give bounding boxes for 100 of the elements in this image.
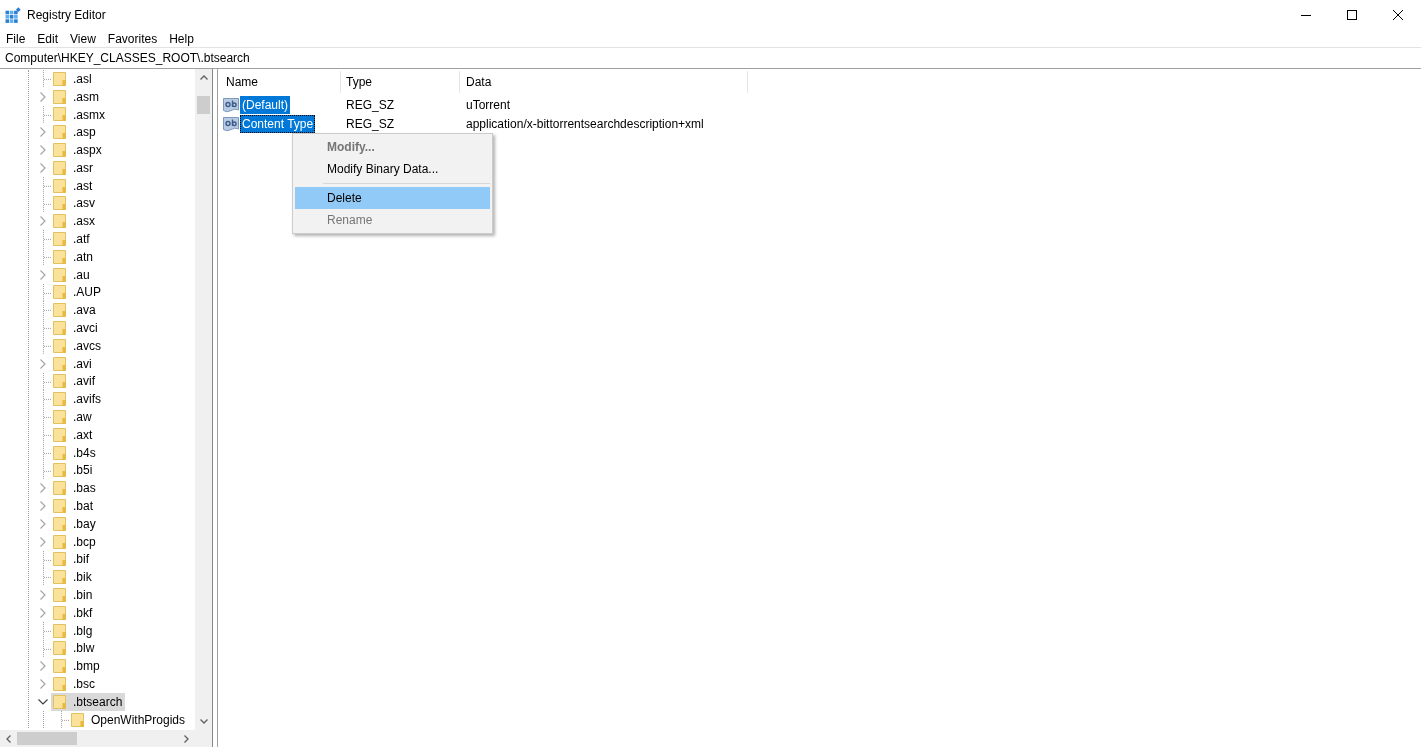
folder-icon [53, 124, 67, 141]
chevron-right-icon[interactable] [40, 483, 46, 494]
scrollbar-thumb[interactable] [197, 96, 210, 114]
folder-icon [53, 284, 67, 301]
tree-item[interactable]: .bat [51, 497, 96, 515]
tree-item[interactable]: .bsc [51, 675, 98, 693]
menu-item[interactable]: Modify Binary Data... [295, 158, 490, 180]
menu-item[interactable]: Delete [295, 187, 490, 209]
tree-item[interactable]: .aw [51, 408, 95, 426]
tree-item[interactable]: .AUP [51, 283, 104, 302]
column-header[interactable]: Type [341, 71, 460, 93]
chevron-right-icon[interactable] [40, 501, 46, 511]
chevron-right-icon[interactable] [40, 536, 46, 547]
tree-item[interactable]: .asv [51, 194, 98, 213]
tree-item[interactable]: .blw [51, 639, 98, 658]
tree-item[interactable]: .bmp [51, 657, 103, 676]
chevron-down-icon[interactable] [38, 698, 48, 705]
chevron-right-icon[interactable] [40, 145, 46, 156]
chevron-right-icon[interactable] [40, 91, 46, 102]
chevron-right-icon[interactable] [40, 127, 46, 138]
tree-item[interactable]: .bif [51, 550, 92, 569]
chevron-right-icon[interactable] [40, 590, 46, 600]
folder-icon [53, 515, 67, 532]
window-title: Registry Editor [27, 7, 106, 24]
tree-item[interactable]: .avci [51, 319, 101, 337]
menu-item[interactable]: Favorites [101, 30, 164, 47]
tree-item[interactable]: .bik [51, 568, 95, 587]
tree-item[interactable]: .bas [51, 479, 99, 498]
tree-item[interactable]: .ava [51, 301, 99, 320]
tree-item[interactable]: .bkf [51, 603, 96, 622]
tree-item[interactable]: .asp [51, 123, 99, 142]
value-data: application/x-bittorrentsearchdescription+xml [465, 115, 704, 133]
menu-item[interactable]: View [64, 30, 102, 47]
menu-item[interactable]: Help [163, 30, 200, 47]
value-type: REG_SZ [345, 96, 395, 114]
value-name[interactable]: Content Type [240, 114, 316, 133]
tree-item[interactable]: .avif [51, 372, 98, 391]
folder-icon [53, 693, 67, 710]
folder-icon [53, 444, 67, 461]
chevron-right-icon[interactable] [40, 358, 46, 369]
tree-item[interactable]: .blg [51, 621, 96, 640]
folder-icon [53, 302, 67, 319]
folder-icon [53, 551, 67, 568]
scrollbar-thumb[interactable] [17, 732, 77, 745]
folder-icon [53, 106, 67, 123]
folder-icon [53, 70, 67, 87]
minimize-icon [1301, 14, 1311, 16]
tree-item[interactable]: .bay [51, 514, 99, 533]
tree-item[interactable]: .asx [51, 212, 98, 231]
chevron-left-icon [6, 734, 11, 743]
chevron-right-icon[interactable] [40, 518, 46, 529]
tree-item[interactable]: .atn [51, 247, 96, 266]
tree-item[interactable]: .asm [51, 87, 102, 106]
folder-icon [53, 462, 67, 479]
tree-item[interactable]: .b5i [51, 461, 96, 480]
value-data: uTorrent [465, 96, 511, 114]
column-header[interactable]: Name [218, 71, 341, 93]
close-icon [1393, 10, 1403, 20]
tree-item[interactable]: .btsearch [51, 692, 126, 711]
tree-item[interactable]: .atf [51, 230, 93, 248]
folder-icon [53, 480, 67, 497]
folder-icon [53, 533, 67, 550]
chevron-right-icon[interactable] [40, 607, 46, 618]
tree-item[interactable]: .avcs [51, 336, 104, 355]
value-name[interactable]: (Default) [240, 95, 290, 114]
folder-icon [53, 195, 67, 212]
tree-item[interactable]: .asr [51, 159, 96, 177]
tree-item[interactable]: OpenWithProgids [69, 710, 189, 729]
cube-grid-icon [5, 7, 21, 23]
chevron-right-icon[interactable] [40, 216, 46, 227]
column-header[interactable]: Data [460, 71, 748, 93]
folder-icon [53, 658, 67, 675]
folder-icon [53, 142, 67, 159]
tree-item[interactable]: .ast [51, 176, 96, 195]
address-field[interactable]: Computer\HKEY_CLASSES_ROOT\.btsearch [0, 47, 1421, 69]
tree-item[interactable]: .axt [51, 425, 96, 444]
string-value-icon [223, 115, 239, 132]
folder-icon [53, 373, 67, 390]
chevron-right-icon[interactable] [40, 661, 46, 672]
tree-item[interactable]: .aspx [51, 141, 105, 159]
chevron-right-icon[interactable] [40, 679, 46, 689]
chevron-up-icon [199, 75, 208, 80]
tree-item[interactable]: .b4s [51, 443, 99, 462]
tree-item[interactable]: .bcp [51, 532, 99, 551]
tree-item[interactable]: .avifs [51, 390, 104, 409]
chevron-right-icon[interactable] [40, 269, 46, 280]
folder-icon [53, 587, 67, 603]
folder-icon [53, 88, 67, 105]
tree-item[interactable]: .asl [51, 70, 95, 88]
chevron-right-icon[interactable] [40, 162, 46, 173]
tree-item[interactable]: .bin [51, 586, 96, 604]
tree-item[interactable]: .avi [51, 354, 95, 373]
value-type: REG_SZ [345, 115, 395, 133]
folder-icon [53, 676, 67, 692]
menu-item[interactable]: Edit [31, 30, 65, 47]
folder-icon [53, 426, 67, 443]
tree-item[interactable]: .asmx [51, 105, 108, 124]
tree-item[interactable]: .au [51, 265, 93, 284]
menu-item[interactable]: File [0, 30, 32, 47]
maximize-icon [1347, 10, 1357, 20]
